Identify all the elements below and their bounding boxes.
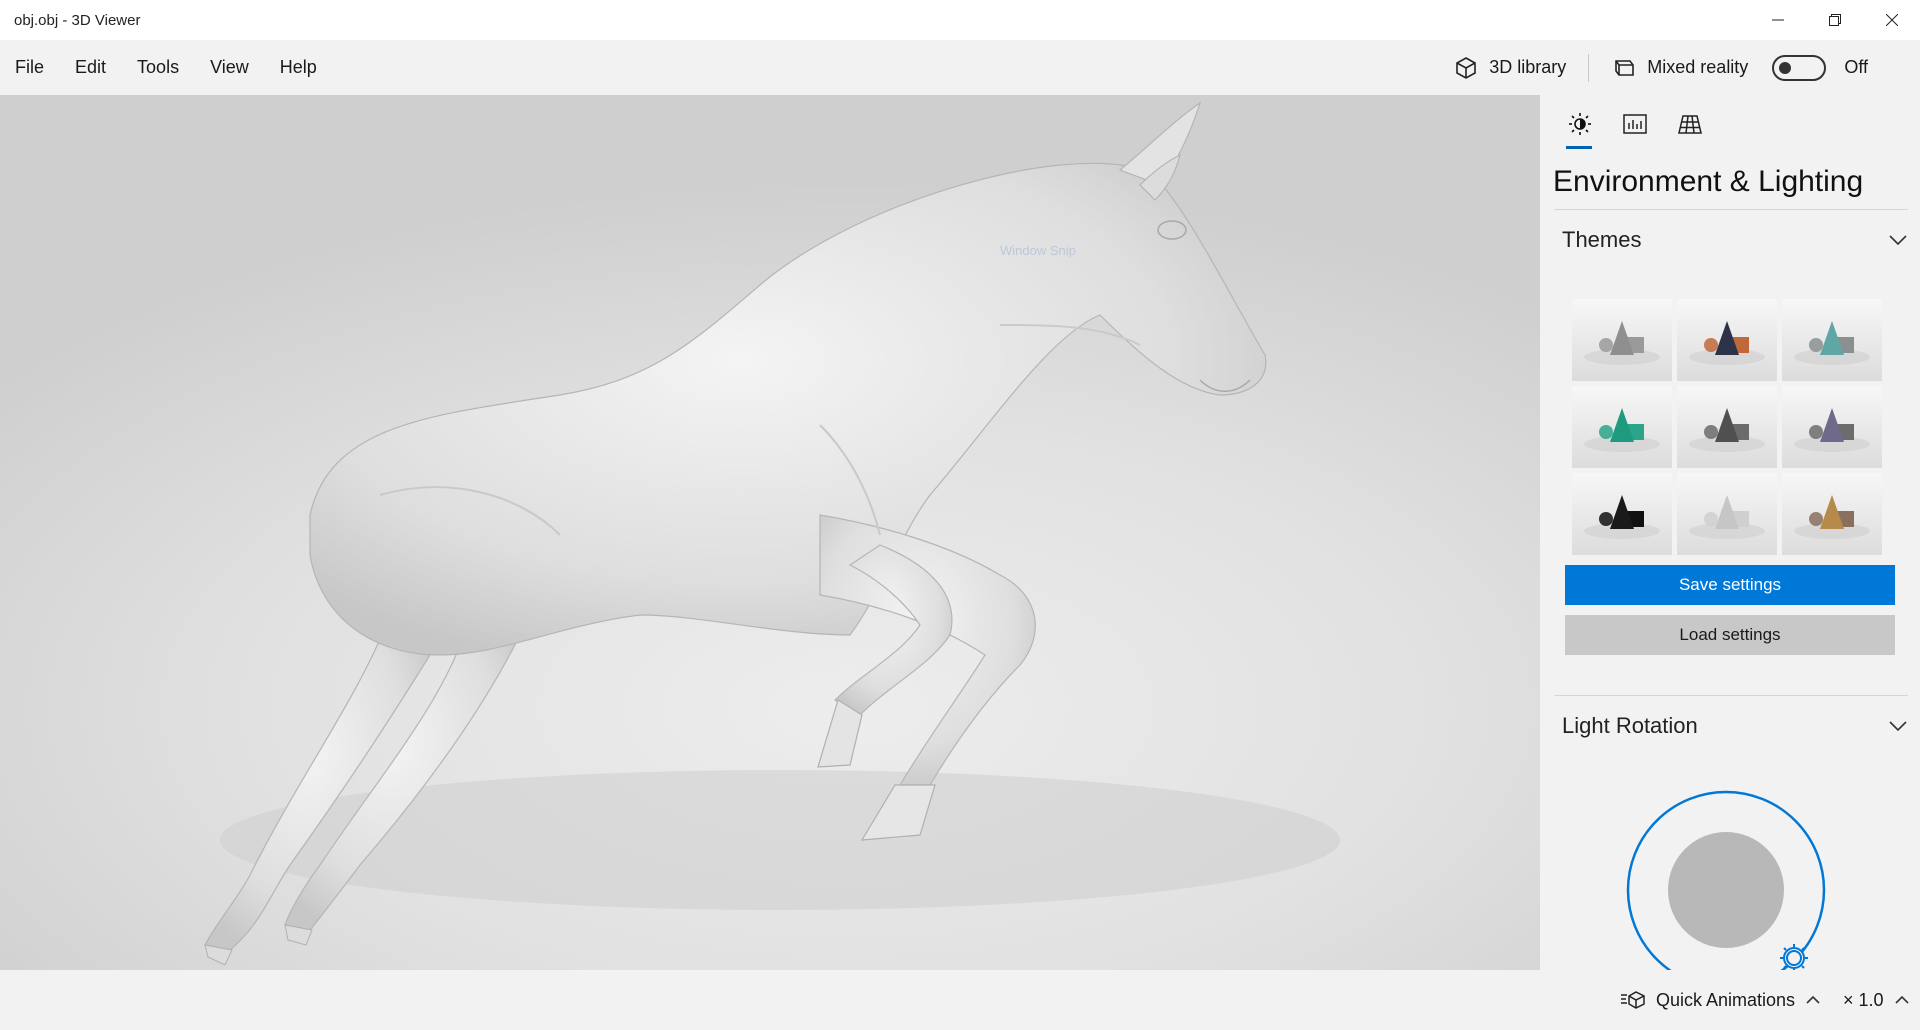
toolbar-divider bbox=[1588, 53, 1590, 82]
themes-section-header[interactable]: Themes bbox=[1554, 209, 1908, 269]
chevron-up-icon bbox=[1806, 995, 1820, 1004]
chevron-down-icon bbox=[1889, 720, 1907, 731]
tab-environment-lighting[interactable] bbox=[1552, 95, 1607, 153]
menu-file[interactable]: File bbox=[4, 40, 64, 95]
title-bar: obj.obj - 3D Viewer bbox=[0, 0, 1920, 40]
grid-icon bbox=[1677, 115, 1702, 134]
theme-preview-icon bbox=[1584, 495, 1660, 539]
restore-button[interactable] bbox=[1806, 0, 1863, 40]
theme-swatch-9[interactable] bbox=[1782, 473, 1882, 555]
tab-stats[interactable] bbox=[1607, 95, 1662, 153]
theme-preview-icon bbox=[1794, 408, 1870, 452]
theme-preview-icon bbox=[1689, 408, 1765, 452]
quick-animations-button[interactable]: Quick Animations bbox=[1620, 970, 1821, 1030]
theme-grid bbox=[1572, 299, 1920, 555]
mixed-reality-label: Mixed reality bbox=[1647, 57, 1749, 77]
lighting-icon bbox=[1568, 113, 1591, 135]
quick-animations-label: Quick Animations bbox=[1656, 989, 1796, 1010]
load-settings-button[interactable]: Load settings bbox=[1565, 615, 1895, 655]
toolbar-right: 3D library Mixed reality Off bbox=[1435, 40, 1920, 95]
themes-label: Themes bbox=[1562, 226, 1642, 252]
theme-swatch-3[interactable] bbox=[1782, 299, 1882, 381]
theme-preview-icon bbox=[1689, 495, 1765, 539]
light-rotation-graphic bbox=[1626, 790, 1826, 970]
animation-speed-label: × 1.0 bbox=[1843, 989, 1884, 1010]
theme-preview-icon bbox=[1584, 321, 1660, 365]
mixed-reality-state: Off bbox=[1844, 57, 1868, 77]
3d-viewport[interactable]: Window Snip bbox=[0, 95, 1540, 970]
sun-icon bbox=[1780, 944, 1808, 970]
menu-bar: File Edit Tools View Help 3D library Mix… bbox=[0, 40, 1920, 95]
save-settings-button[interactable]: Save settings bbox=[1565, 565, 1895, 605]
theme-preview-icon bbox=[1794, 321, 1870, 365]
mixed-reality-icon bbox=[1615, 59, 1635, 76]
theme-swatch-5[interactable] bbox=[1677, 386, 1777, 468]
theme-preview-icon bbox=[1584, 408, 1660, 452]
theme-swatch-1[interactable] bbox=[1572, 299, 1672, 381]
window-title: obj.obj - 3D Viewer bbox=[14, 11, 141, 29]
animation-speed-button[interactable]: × 1.0 bbox=[1843, 970, 1910, 1030]
minimize-icon bbox=[1771, 19, 1784, 21]
theme-swatch-2[interactable] bbox=[1677, 299, 1777, 381]
close-button[interactable] bbox=[1863, 0, 1920, 40]
status-bar: Quick Animations × 1.0 bbox=[0, 970, 1920, 1030]
horse-model[interactable] bbox=[0, 95, 1540, 970]
theme-preview-icon bbox=[1689, 321, 1765, 365]
tab-grid[interactable] bbox=[1662, 95, 1717, 153]
animation-icon bbox=[1621, 991, 1645, 1009]
menu-help[interactable]: Help bbox=[269, 40, 337, 95]
close-icon bbox=[1885, 14, 1898, 26]
theme-swatch-8[interactable] bbox=[1677, 473, 1777, 555]
3d-library-button[interactable]: 3D library bbox=[1435, 40, 1584, 95]
menu-view[interactable]: View bbox=[199, 40, 269, 95]
mixed-reality-button[interactable]: Mixed reality bbox=[1593, 40, 1766, 95]
restore-icon bbox=[1828, 14, 1841, 26]
window-snip-overlay: Window Snip bbox=[1000, 243, 1076, 258]
theme-swatch-7[interactable] bbox=[1572, 473, 1672, 555]
theme-preview-icon bbox=[1794, 495, 1870, 539]
window-controls bbox=[1749, 0, 1920, 40]
mixed-reality-toggle[interactable] bbox=[1772, 54, 1827, 81]
light-rotation-dial[interactable] bbox=[1626, 790, 1826, 970]
theme-swatch-6[interactable] bbox=[1782, 386, 1882, 468]
light-rotation-section-header[interactable]: Light Rotation bbox=[1554, 695, 1908, 755]
side-panel: Environment & Lighting Themes Save setti… bbox=[1540, 95, 1920, 970]
theme-swatch-4[interactable] bbox=[1572, 386, 1672, 468]
stats-icon bbox=[1622, 114, 1647, 134]
menu-edit[interactable]: Edit bbox=[64, 40, 126, 95]
chevron-down-icon bbox=[1889, 234, 1907, 245]
panel-title: Environment & Lighting bbox=[1553, 165, 1864, 198]
3d-library-label: 3D library bbox=[1489, 57, 1567, 77]
toggle-knob bbox=[1779, 61, 1792, 74]
cube-icon bbox=[1456, 56, 1477, 79]
light-rotation-label: Light Rotation bbox=[1562, 712, 1698, 738]
main-menu: File Edit Tools View Help bbox=[4, 40, 337, 95]
minimize-button[interactable] bbox=[1749, 0, 1806, 40]
menu-tools[interactable]: Tools bbox=[126, 40, 199, 95]
chevron-up-icon bbox=[1894, 995, 1909, 1004]
panel-tabs bbox=[1540, 95, 1920, 153]
